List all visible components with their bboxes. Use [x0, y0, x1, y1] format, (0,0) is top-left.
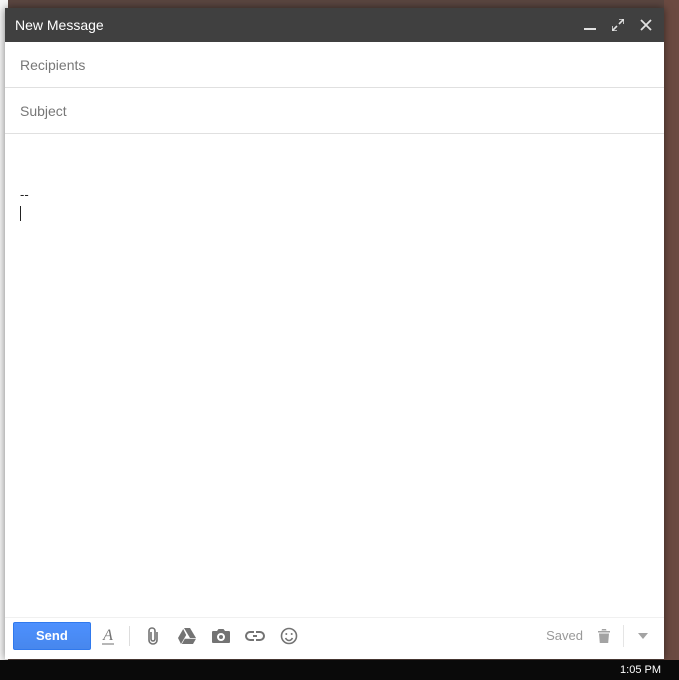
text-cursor [20, 206, 21, 221]
insert-link-icon[interactable] [240, 622, 270, 650]
expand-icon[interactable] [610, 17, 626, 33]
compose-window: New Message -- [5, 8, 664, 659]
compose-toolbar: Send A [5, 617, 664, 659]
subject-input[interactable] [20, 103, 649, 119]
insert-drive-icon[interactable] [172, 622, 202, 650]
window-controls [582, 17, 654, 33]
recipients-input[interactable] [20, 57, 649, 73]
minimize-icon[interactable] [582, 17, 598, 33]
insert-photo-icon[interactable] [206, 622, 236, 650]
more-options-icon[interactable] [632, 625, 654, 647]
svg-text:A: A [102, 627, 113, 644]
attach-file-icon[interactable] [138, 622, 168, 650]
window-title: New Message [15, 17, 582, 33]
message-body[interactable]: -- [5, 134, 664, 617]
system-clock: 1:05 PM [620, 664, 661, 676]
subject-field[interactable] [5, 88, 664, 134]
background-right-strip [664, 0, 679, 660]
discard-draft-icon[interactable] [593, 625, 615, 647]
close-icon[interactable] [638, 17, 654, 33]
toolbar-divider [129, 626, 130, 646]
saved-status: Saved [546, 628, 583, 643]
window-header: New Message [5, 8, 664, 42]
toolbar-divider-right [623, 625, 624, 647]
system-taskbar: 1:05 PM [0, 660, 679, 680]
formatting-options-icon[interactable]: A [95, 622, 121, 650]
send-button[interactable]: Send [13, 622, 91, 650]
insert-emoji-icon[interactable] [274, 622, 304, 650]
recipients-field[interactable] [5, 42, 664, 88]
signature-separator: -- [20, 187, 29, 202]
